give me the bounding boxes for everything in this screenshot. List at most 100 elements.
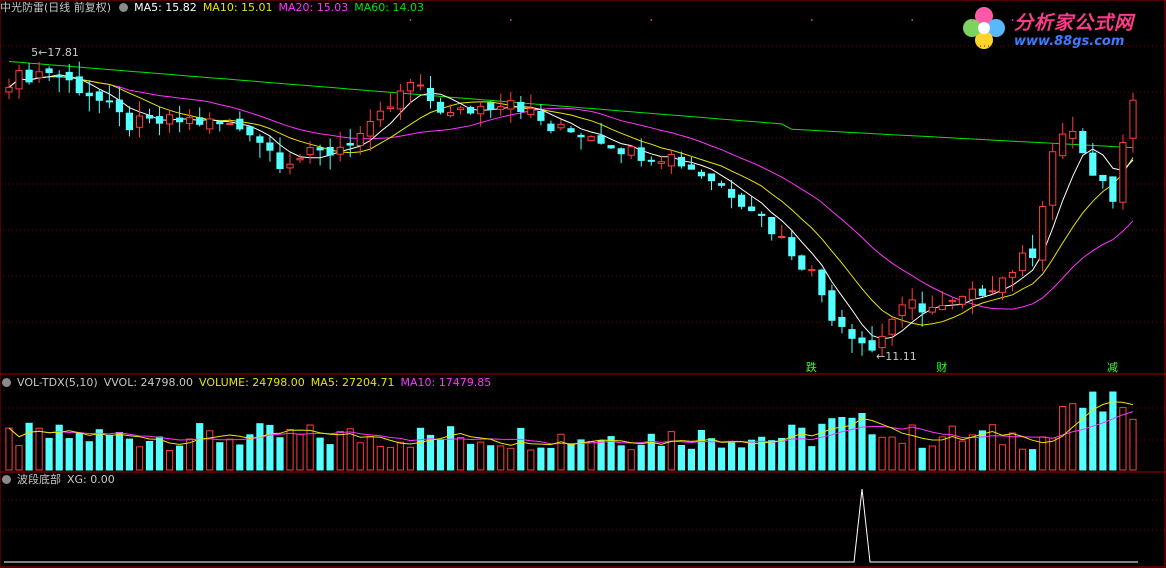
volume-bar-down: [266, 424, 274, 471]
signal-label: 财: [936, 360, 947, 374]
candle-up: [366, 121, 374, 137]
volume-bar-down: [617, 445, 625, 471]
top-marker-dot: [409, 19, 412, 21]
candle-up: [958, 295, 966, 305]
candle-down: [145, 115, 154, 119]
candle-up: [928, 306, 936, 313]
candle-down: [697, 171, 705, 177]
candle-up: [306, 147, 314, 156]
ma20-line: [8, 76, 1134, 310]
volume-bar-up: [406, 446, 414, 471]
volume-bar-up: [15, 445, 23, 471]
candle-up: [35, 71, 43, 79]
candle-up: [908, 299, 916, 309]
volume-bar-down: [848, 417, 856, 471]
candle-up: [1008, 272, 1017, 278]
candle-down: [25, 69, 33, 83]
volume-bar-up: [5, 427, 13, 471]
volume-bar-up: [1069, 403, 1077, 471]
volume-bar-up: [35, 427, 43, 471]
volume-bar-down: [918, 447, 926, 471]
volume-bar-up: [968, 434, 976, 471]
candle-down: [868, 340, 876, 351]
volume-bar-down: [236, 444, 244, 471]
candle-down: [236, 118, 244, 130]
candle-down: [487, 102, 495, 110]
volume-bar-down: [125, 438, 134, 471]
candle-down: [155, 116, 164, 124]
candle-up: [166, 114, 174, 125]
chart-canvas[interactable]: 5←17.81 ←11.11 跌 财 减: [0, 0, 1166, 568]
candle-down: [276, 152, 284, 169]
candle-down: [918, 303, 926, 313]
volume-bar-down: [868, 434, 876, 471]
candle-down: [1099, 175, 1107, 182]
volume-bar-up: [166, 450, 174, 471]
volume-bar-down: [447, 426, 455, 471]
candle-up: [406, 82, 414, 92]
volume-bar-up: [457, 437, 465, 471]
candle-up: [386, 106, 394, 109]
candle-up: [1119, 142, 1127, 203]
high-price-marker: 5←17.81: [31, 46, 79, 59]
volume-bar-down: [728, 442, 736, 471]
volume-bar-down: [738, 447, 746, 471]
candle-down: [65, 71, 73, 81]
candle-up: [497, 106, 505, 110]
volume-bar-down: [828, 418, 836, 471]
candle-down: [105, 100, 114, 103]
candle-up: [376, 110, 384, 121]
candle-down: [115, 99, 124, 113]
candle-down: [738, 194, 746, 207]
ma10-line: [8, 76, 1134, 326]
candle-up: [457, 107, 465, 111]
candle-up: [5, 86, 13, 93]
volume-bar-down: [256, 423, 264, 471]
volume-bar-down: [768, 440, 776, 471]
volume-bar-down: [467, 443, 475, 471]
candle-down: [828, 290, 836, 321]
candle-down: [707, 173, 716, 182]
candle-down: [978, 288, 986, 296]
candle-up: [888, 318, 896, 335]
candle-down: [617, 148, 625, 155]
candle-up: [657, 161, 665, 164]
volume-bar-down: [788, 424, 796, 471]
volume-bar-down: [567, 443, 575, 471]
ma60-line: [8, 61, 1134, 149]
volume-bar-up: [1129, 418, 1137, 471]
volume-bar-up: [627, 449, 635, 471]
candle-up: [1069, 131, 1077, 139]
volume-bar-down: [65, 438, 73, 471]
volume-bar-up: [336, 431, 344, 471]
volume-bar-down: [838, 417, 846, 471]
candle-up: [186, 117, 194, 124]
volume-bar-down: [647, 433, 655, 471]
candle-up: [948, 299, 956, 303]
volume-bar-down: [537, 447, 545, 471]
candle-down: [748, 206, 756, 212]
volume-bar-up: [346, 428, 354, 471]
signal-label: 跌: [806, 360, 817, 374]
signal-label: 减: [1107, 361, 1118, 374]
candle-up: [988, 290, 997, 293]
volume-bar-up: [296, 433, 304, 471]
volume-bar-up: [135, 446, 144, 471]
candle-down: [848, 329, 856, 339]
candle-down: [597, 135, 605, 144]
candle-down: [85, 92, 93, 97]
volume-bar-up: [366, 436, 374, 471]
candle-down: [818, 269, 826, 296]
volume-bar-down: [687, 448, 695, 471]
volume-bar-up: [998, 444, 1007, 471]
volume-bar-up: [1008, 432, 1017, 471]
volume-bar-down: [577, 439, 585, 471]
volume-bar-down: [326, 444, 334, 471]
candle-up: [206, 118, 214, 130]
volume-bar-down: [316, 437, 324, 471]
candle-down: [717, 183, 726, 186]
candle-down: [216, 121, 224, 125]
candle-down: [788, 237, 796, 257]
candle-down: [45, 68, 53, 74]
volume-bar-up: [226, 438, 234, 471]
